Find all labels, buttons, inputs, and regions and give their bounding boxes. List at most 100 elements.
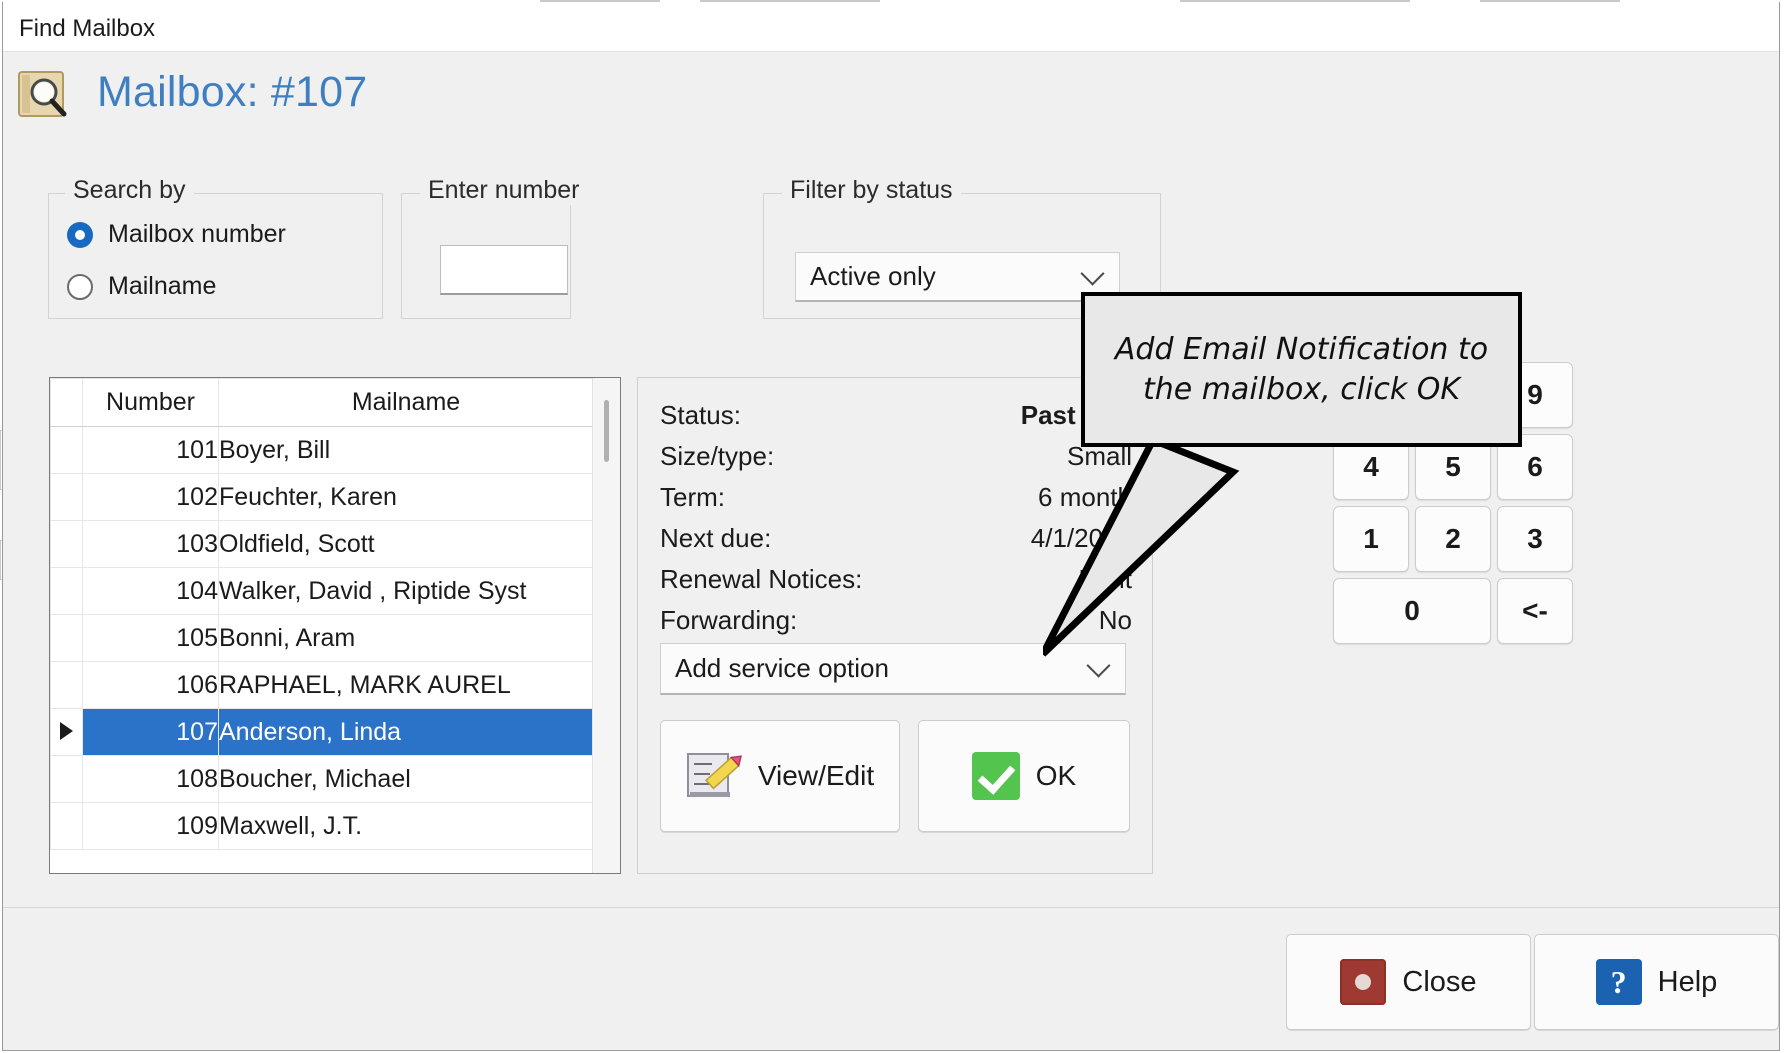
current-row-arrow-icon — [60, 721, 73, 740]
keypad-key-3[interactable]: 3 — [1497, 506, 1573, 572]
filter-by-status-legend: Filter by status — [782, 176, 961, 205]
detail-field: Term: 6 month — [660, 482, 1132, 523]
cell-number: 107 — [82, 708, 219, 756]
magnifier-icon — [17, 70, 69, 122]
radio-mailname-indicator[interactable] — [67, 273, 93, 300]
instruction-callout-text: Add Email Notification to the mailbox, c… — [1114, 331, 1489, 407]
help-icon: ? — [1595, 959, 1642, 1005]
table-row[interactable]: 109 Maxwell, J.T. — [50, 802, 594, 850]
cell-mailname: Bonni, Aram — [218, 614, 594, 662]
search-by-group: Search by Mailbox number Mailname — [48, 176, 383, 319]
close-icon — [1340, 959, 1387, 1005]
cell-number: 105 — [82, 614, 219, 662]
table-row[interactable]: 101 Boyer, Bill — [50, 426, 594, 474]
help-button[interactable]: ? Help — [1534, 934, 1779, 1030]
table-row[interactable]: 103 Oldfield, Scott — [50, 520, 594, 568]
column-header-number[interactable]: Number — [82, 378, 219, 427]
help-label: Help — [1657, 965, 1718, 998]
mailbox-number-input[interactable] — [440, 245, 568, 295]
keypad-key-0[interactable]: 0 — [1333, 578, 1491, 644]
cell-mailname: Maxwell, J.T. — [218, 802, 594, 850]
mailbox-list[interactable]: Number Mailname 101 Boyer, Bill 102 Feuchte… — [49, 377, 621, 874]
dialog-title: Find Mailbox — [19, 15, 156, 42]
row-marker — [50, 661, 83, 709]
cell-mailname: RAPHAEL, MARK AUREL — [218, 661, 594, 709]
cell-number: 102 — [82, 473, 219, 521]
cell-mailname: Oldfield, Scott — [218, 520, 594, 568]
find-mailbox-dialog: Find Mailbox Mailbox: #107 Search by Mai… — [2, 2, 1780, 1051]
list-scrollbar[interactable] — [592, 378, 620, 873]
column-header-mailname[interactable]: Mailname — [218, 378, 594, 427]
row-marker — [50, 567, 83, 615]
radio-mailname-label: Mailname — [108, 272, 217, 300]
detail-field-label: Next due: — [660, 523, 772, 553]
row-marker — [50, 520, 83, 568]
row-marker — [50, 755, 83, 803]
mailbox-table-body: 101 Boyer, Bill 102 Feuchter, Karen 103 Oldfi… — [50, 426, 594, 850]
keypad-key-2[interactable]: 2 — [1415, 506, 1491, 572]
detail-field-value: 6 month — [1038, 482, 1132, 512]
note-pencil-icon — [686, 750, 742, 802]
table-row[interactable]: 106 RAPHAEL, MARK AUREL — [50, 661, 594, 709]
detail-field: Forwarding: No — [660, 605, 1132, 646]
cell-number: 106 — [82, 661, 219, 709]
row-marker — [50, 473, 83, 521]
radio-mailbox-number-label: Mailbox number — [108, 220, 286, 248]
detail-field-label: Forwarding: — [660, 605, 798, 635]
keypad-key-backspace[interactable]: <- — [1497, 578, 1573, 644]
table-row[interactable]: 102 Feuchter, Karen — [50, 473, 594, 521]
row-marker — [50, 614, 83, 662]
detail-field: Renewal Notices: Print — [660, 564, 1132, 605]
table-row[interactable]: 107 Anderson, Linda — [50, 708, 594, 756]
chevron-down-icon — [1080, 261, 1105, 286]
add-service-option-value: Add service option — [675, 653, 889, 683]
detail-field-value: Print — [1078, 564, 1132, 594]
detail-field-value: No — [1098, 605, 1132, 635]
cell-mailname: Anderson, Linda — [218, 708, 594, 756]
row-marker — [50, 708, 83, 756]
table-row[interactable]: 105 Bonni, Aram — [50, 614, 594, 662]
close-label: Close — [1402, 965, 1477, 998]
radio-mailname[interactable]: Mailname — [67, 272, 216, 301]
detail-field: Status: Past Due — [660, 400, 1132, 441]
table-header-row: Number Mailname — [50, 378, 594, 427]
list-scrollbar-thumb[interactable] — [604, 400, 609, 462]
detail-field-label: Renewal Notices: — [660, 564, 863, 594]
ok-label: OK — [1035, 760, 1077, 791]
table-row[interactable]: 108 Boucher, Michael — [50, 755, 594, 803]
filter-status-select[interactable]: Active only — [795, 252, 1120, 302]
detail-field: Next due: 4/1/2013 — [660, 523, 1132, 564]
mailbox-table: Number Mailname 101 Boyer, Bill 102 Feuchte… — [50, 378, 594, 850]
table-row[interactable]: 104 Walker, David , Riptide Syst — [50, 567, 594, 615]
mailbox-detail-panel: Status: Past Due Size/type: Small Term: 6 mon… — [637, 377, 1153, 874]
column-header-marker[interactable] — [50, 378, 83, 427]
cell-mailname: Walker, David , Riptide Syst — [218, 567, 594, 615]
cell-mailname: Feuchter, Karen — [218, 473, 594, 521]
chevron-down-icon — [1086, 653, 1111, 678]
instruction-callout: Add Email Notification to the mailbox, c… — [1081, 292, 1522, 447]
radio-mailbox-number-indicator[interactable] — [67, 221, 93, 248]
ok-button[interactable]: OK — [918, 720, 1130, 832]
green-check-icon — [971, 752, 1020, 800]
cell-number: 108 — [82, 755, 219, 803]
search-by-legend: Search by — [65, 176, 194, 205]
cell-mailname: Boucher, Michael — [218, 755, 594, 803]
view-edit-button[interactable]: View/Edit — [660, 720, 900, 832]
enter-number-legend: Enter number — [420, 176, 588, 205]
cell-mailname: Boyer, Bill — [218, 426, 594, 474]
mailbox-list-inner: Number Mailname 101 Boyer, Bill 102 Feuchte… — [50, 378, 594, 873]
dialog-titlebar: Find Mailbox — [3, 2, 1779, 52]
page-title: Mailbox: #107 — [97, 68, 368, 116]
close-button[interactable]: Close — [1286, 934, 1531, 1030]
filter-status-value: Active only — [810, 261, 936, 291]
radio-mailbox-number[interactable]: Mailbox number — [67, 220, 286, 249]
detail-field-value: 4/1/2013 — [1030, 523, 1132, 553]
detail-field-label: Size/type: — [660, 441, 775, 471]
keypad-key-1[interactable]: 1 — [1333, 506, 1409, 572]
cell-number: 103 — [82, 520, 219, 568]
row-marker — [50, 426, 83, 474]
cell-number: 109 — [82, 802, 219, 850]
detail-field-label: Status: — [660, 400, 741, 430]
detail-field: Size/type: Small — [660, 441, 1132, 482]
add-service-option-select[interactable]: Add service option — [660, 643, 1126, 695]
